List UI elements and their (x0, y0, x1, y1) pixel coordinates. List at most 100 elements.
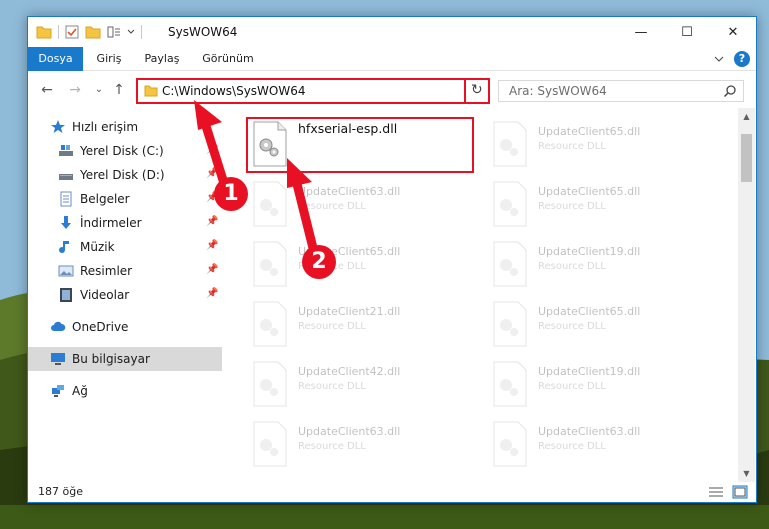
up-button[interactable]: ↑ (110, 81, 128, 99)
file-name: UpdateClient63.dll (538, 425, 641, 438)
file-item[interactable]: UpdateClient65.dll Resource DLL (486, 297, 716, 353)
dll-file-icon (493, 181, 527, 227)
tab-view[interactable]: Görünüm (196, 47, 260, 71)
toolbar-divider (141, 25, 142, 39)
close-button[interactable]: ✕ (710, 17, 756, 47)
computer-icon (51, 353, 65, 365)
dll-file-icon (493, 301, 527, 347)
videos-icon (60, 288, 72, 302)
file-type: Resource DLL (538, 201, 606, 212)
large-icons-view-icon[interactable] (732, 485, 748, 499)
tab-file[interactable]: Dosya (28, 47, 83, 71)
details-view-icon[interactable] (708, 485, 724, 499)
new-folder-icon[interactable] (85, 25, 101, 39)
dll-file-icon (493, 421, 527, 467)
window-title: SysWOW64 (168, 25, 238, 39)
sidebar-item-this-pc[interactable]: Bu bilgisayar (28, 347, 222, 371)
file-item[interactable]: UpdateClient65.dll Resource DLL (486, 117, 716, 173)
pin-icon: 📌 (206, 216, 219, 227)
file-name: UpdateClient63.dll (298, 185, 401, 198)
help-button[interactable]: ? (734, 51, 750, 67)
dll-file-icon (493, 241, 527, 287)
minimize-button[interactable]: — (618, 17, 664, 47)
file-name: UpdateClient19.dll (538, 365, 641, 378)
file-item[interactable]: UpdateClient63.dll Resource DLL (486, 417, 716, 473)
file-item[interactable]: UpdateClient65.dll Resource DLL (486, 177, 716, 233)
network-icon (52, 385, 64, 397)
dll-file-icon (253, 421, 287, 467)
drive-icon (59, 174, 73, 180)
tab-share[interactable]: Paylaş (136, 47, 188, 71)
ribbon-tabs: Dosya Giriş Paylaş Görünüm ? (28, 47, 756, 71)
refresh-button[interactable]: ↻ (464, 78, 490, 104)
customize-icon[interactable] (107, 25, 121, 39)
search-icon[interactable] (723, 84, 737, 98)
expand-ribbon-icon[interactable] (714, 55, 724, 63)
sidebar-item-local-disk-d[interactable]: Yerel Disk (D:) 📌 (28, 163, 222, 187)
sidebar-item-pictures[interactable]: Resimler 📌 (28, 259, 222, 283)
sidebar-item-label: Yerel Disk (D:) (80, 168, 165, 182)
music-icon (59, 241, 69, 254)
scrollbar-thumb[interactable] (741, 134, 752, 182)
toolbar-divider (58, 25, 59, 39)
sidebar-item-label: Belgeler (80, 192, 130, 206)
chevron-down-icon[interactable] (127, 28, 135, 36)
star-icon (51, 120, 65, 133)
file-name: UpdateClient42.dll (298, 365, 401, 378)
vertical-scrollbar[interactable]: ▲ ▼ (738, 108, 755, 482)
documents-icon (60, 191, 72, 207)
callout-2: 2 (302, 245, 336, 279)
sidebar-item-label: Yerel Disk (C:) (80, 144, 164, 158)
folder-icon (36, 26, 52, 39)
status-bar: 187 öğe (28, 482, 756, 502)
sidebar-item-onedrive[interactable]: OneDrive (28, 315, 222, 339)
back-button[interactable]: ← (38, 81, 56, 99)
pin-icon: 📌 (206, 240, 219, 251)
file-item[interactable]: UpdateClient65.dll Resource DLL (246, 237, 476, 293)
scroll-up-arrow-icon[interactable]: ▲ (738, 108, 755, 125)
forward-button[interactable]: → (66, 81, 84, 99)
pin-icon: 📌 (206, 144, 219, 155)
sidebar-item-network[interactable]: Ağ (28, 379, 222, 403)
navigation-bar: ← → ⌄ ↑ C:\Windows\SysWOW64 ⌄ ↻ Ara: Sys… (28, 72, 756, 108)
file-name: UpdateClient65.dll (538, 185, 641, 198)
title-bar: SysWOW64 — ☐ ✕ (28, 17, 756, 47)
sidebar-item-videos[interactable]: Videolar 📌 (28, 283, 222, 307)
file-item[interactable]: UpdateClient21.dll Resource DLL (246, 297, 476, 353)
sidebar-item-label: Resimler (80, 264, 133, 278)
tab-home[interactable]: Giriş (88, 47, 130, 71)
address-bar[interactable]: C:\Windows\SysWOW64 ⌄ (136, 78, 488, 104)
maximize-button[interactable]: ☐ (664, 17, 710, 47)
file-item[interactable]: UpdateClient63.dll Resource DLL (246, 177, 476, 233)
folder-icon (144, 85, 158, 97)
recent-locations-button[interactable]: ⌄ (90, 81, 108, 99)
file-item[interactable]: UpdateClient42.dll Resource DLL (246, 357, 476, 413)
pin-icon: 📌 (206, 264, 219, 275)
sidebar-item-label: Ağ (72, 384, 88, 398)
sidebar-item-label: OneDrive (72, 320, 129, 334)
file-type: Resource DLL (538, 321, 606, 332)
sidebar-item-quick-access[interactable]: Hızlı erişim (28, 115, 222, 139)
sidebar-item-documents[interactable]: Belgeler 📌 (28, 187, 222, 211)
sidebar-item-label: İndirmeler (80, 216, 142, 230)
file-type: Resource DLL (298, 321, 366, 332)
item-count: 187 öğe (38, 485, 83, 498)
properties-icon[interactable] (65, 25, 79, 39)
pictures-icon (58, 265, 74, 277)
file-type: Resource DLL (538, 381, 606, 392)
callout-1: 1 (214, 177, 248, 211)
search-input[interactable]: Ara: SysWOW64 (498, 80, 744, 102)
file-name: UpdateClient65.dll (538, 305, 641, 318)
file-item[interactable]: UpdateClient19.dll Resource DLL (486, 357, 716, 413)
scroll-down-arrow-icon[interactable]: ▼ (738, 465, 755, 482)
address-path[interactable]: C:\Windows\SysWOW64 (162, 84, 306, 98)
sidebar-item-label: Bu bilgisayar (72, 352, 150, 366)
sidebar-item-local-disk-c[interactable]: Yerel Disk (C:) 📌 (28, 139, 222, 163)
file-item[interactable]: UpdateClient63.dll Resource DLL (246, 417, 476, 473)
sidebar-item-music[interactable]: Müzik 📌 (28, 235, 222, 259)
navigation-pane: Hızlı erişim Yerel Disk (C:) 📌 Yerel Dis… (28, 113, 222, 475)
file-item[interactable]: UpdateClient19.dll Resource DLL (486, 237, 716, 293)
sidebar-item-downloads[interactable]: İndirmeler 📌 (28, 211, 222, 235)
sidebar-item-label: Hızlı erişim (72, 120, 139, 134)
file-type: Resource DLL (298, 201, 366, 212)
